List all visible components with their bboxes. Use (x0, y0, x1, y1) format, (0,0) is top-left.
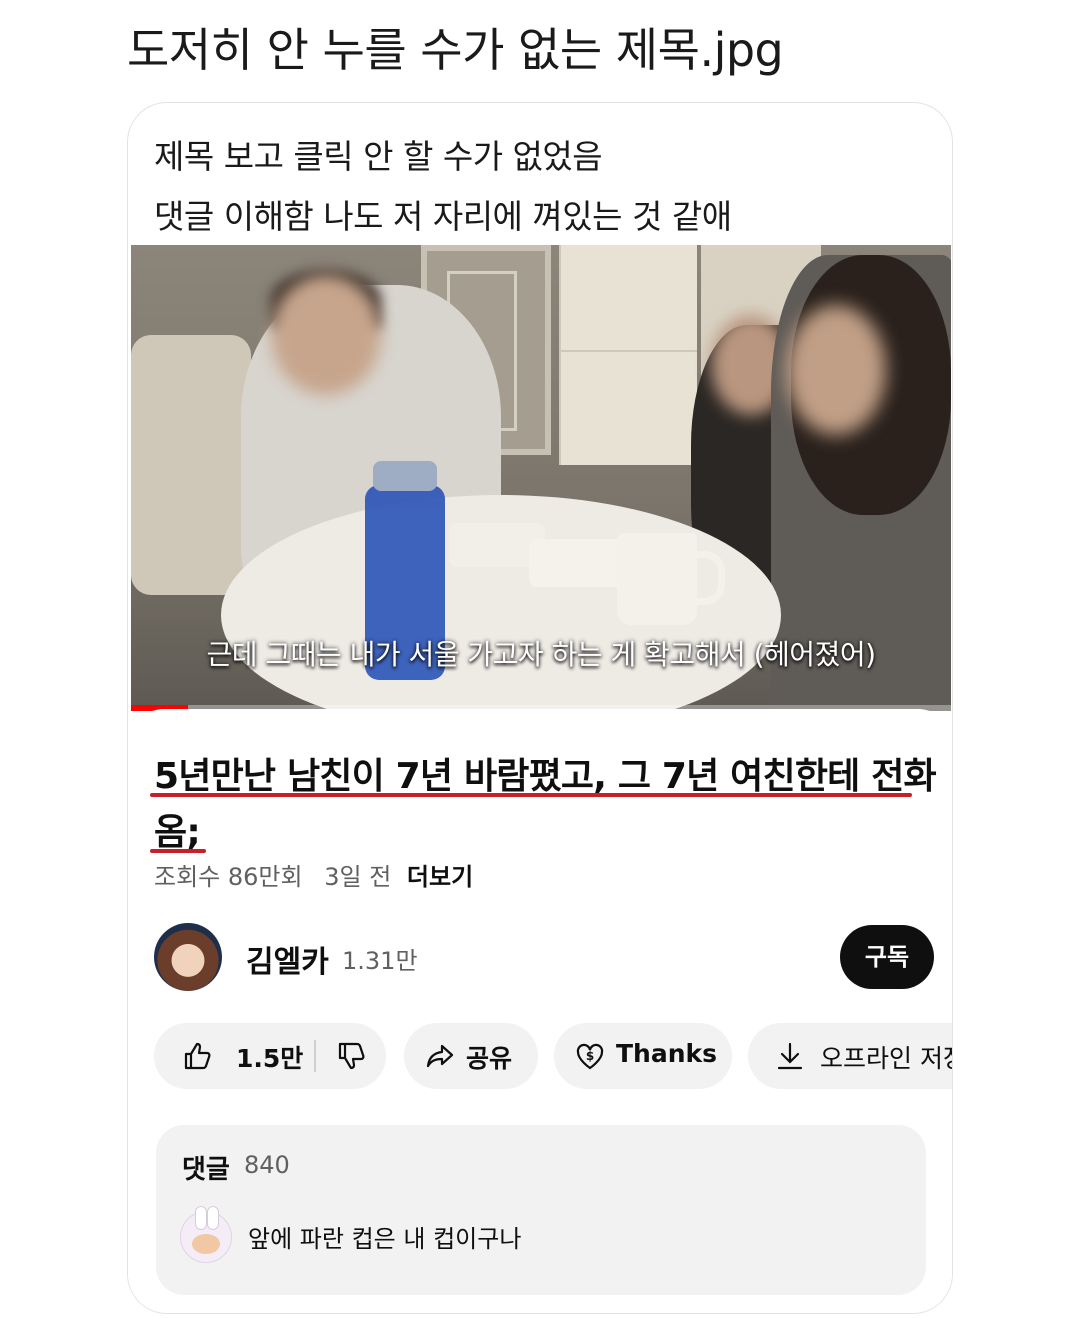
avatar-ear (195, 1206, 207, 1230)
caption-line-1: 제목 보고 클릭 안 할 수가 없었음 (154, 137, 603, 176)
thanks-label: Thanks (616, 1039, 718, 1068)
post-caption: 제목 보고 클릭 안 할 수가 없었음 댓글 이해함 나도 저 자리에 껴있는 … (154, 127, 732, 247)
video-subtitle: 근데 그때는 내가 서울 가고자 하는 게 확고해서 (헤어졌어) (206, 638, 876, 671)
title-underline-annotation (150, 849, 206, 853)
scene-person-left-face-blurred (271, 275, 381, 395)
download-icon (774, 1040, 806, 1072)
comments-count: 840 (244, 1151, 290, 1179)
svg-text:$: $ (586, 1049, 594, 1063)
share-button[interactable]: 공유 (404, 1023, 538, 1089)
avatar-face (192, 1234, 220, 1254)
share-label: 공유 (466, 1044, 513, 1073)
more-button[interactable]: 더보기 (407, 863, 473, 891)
subscribe-button[interactable]: 구독 (840, 925, 934, 989)
post-title: 도저히 안 누를 수가 없는 제목.jpg (127, 23, 784, 77)
channel-row: 김엘카 1.31만 구독 (154, 923, 934, 993)
scene-mug (617, 533, 725, 625)
like-count[interactable]: 1.5만 (236, 1039, 303, 1075)
channel-name[interactable]: 김엘카 (246, 937, 329, 981)
heart-dollar-icon: $ (574, 1040, 606, 1072)
scene-food-box (529, 539, 625, 587)
offline-save-label: 오프라인 저장 (820, 1044, 953, 1073)
title-underline-annotation (150, 793, 912, 797)
channel-avatar[interactable] (154, 923, 222, 991)
commenter-avatar (180, 1206, 232, 1263)
offline-save-button[interactable]: 오프라인 저장 (748, 1023, 953, 1089)
scene-sofa (131, 335, 251, 595)
video-player[interactable]: 근데 그때는 내가 서울 가고자 하는 게 확고해서 (헤어졌어) (131, 245, 951, 711)
video-info-sheet: 5년만난 남친이 7년 바람폈고, 그 7년 여친한테 전화 옴; 조회수 86… (128, 709, 953, 1313)
video-meta: 조회수 86만회 3일 전 더보기 (154, 857, 473, 892)
thumbs-down-icon[interactable] (336, 1040, 368, 1072)
thanks-button[interactable]: $ Thanks (554, 1023, 732, 1089)
comments-header: 댓글 (182, 1155, 230, 1185)
video-title[interactable]: 5년만난 남친이 7년 바람폈고, 그 7년 여친한테 전화 옴; (154, 749, 944, 861)
video-title-line-2: 옴; (154, 812, 201, 853)
screenshot-card: 제목 보고 클릭 안 할 수가 없었음 댓글 이해함 나도 저 자리에 껴있는 … (127, 102, 953, 1314)
scene-person-right-face-blurred (786, 305, 886, 435)
comments-panel[interactable]: 댓글 840 앞에 파란 컵은 내 컵이구나 (156, 1125, 926, 1295)
like-divider (314, 1040, 316, 1072)
avatar-ear (207, 1206, 219, 1230)
scene-fridge (559, 245, 697, 465)
view-count: 조회수 86만회 (154, 863, 303, 891)
like-dislike-group: 1.5만 (154, 1023, 386, 1089)
subscriber-count: 1.31만 (342, 947, 418, 975)
caption-line-2: 댓글 이해함 나도 저 자리에 껴있는 것 같애 (154, 197, 732, 236)
top-comment-text: 앞에 파란 컵은 내 컵이구나 (248, 1225, 522, 1253)
thumbs-up-icon[interactable] (182, 1040, 214, 1072)
upload-age: 3일 전 (324, 863, 392, 891)
share-icon (424, 1040, 456, 1072)
action-bar: 1.5만 공유 $ Thanks 오프라인 저장 (154, 1023, 953, 1091)
